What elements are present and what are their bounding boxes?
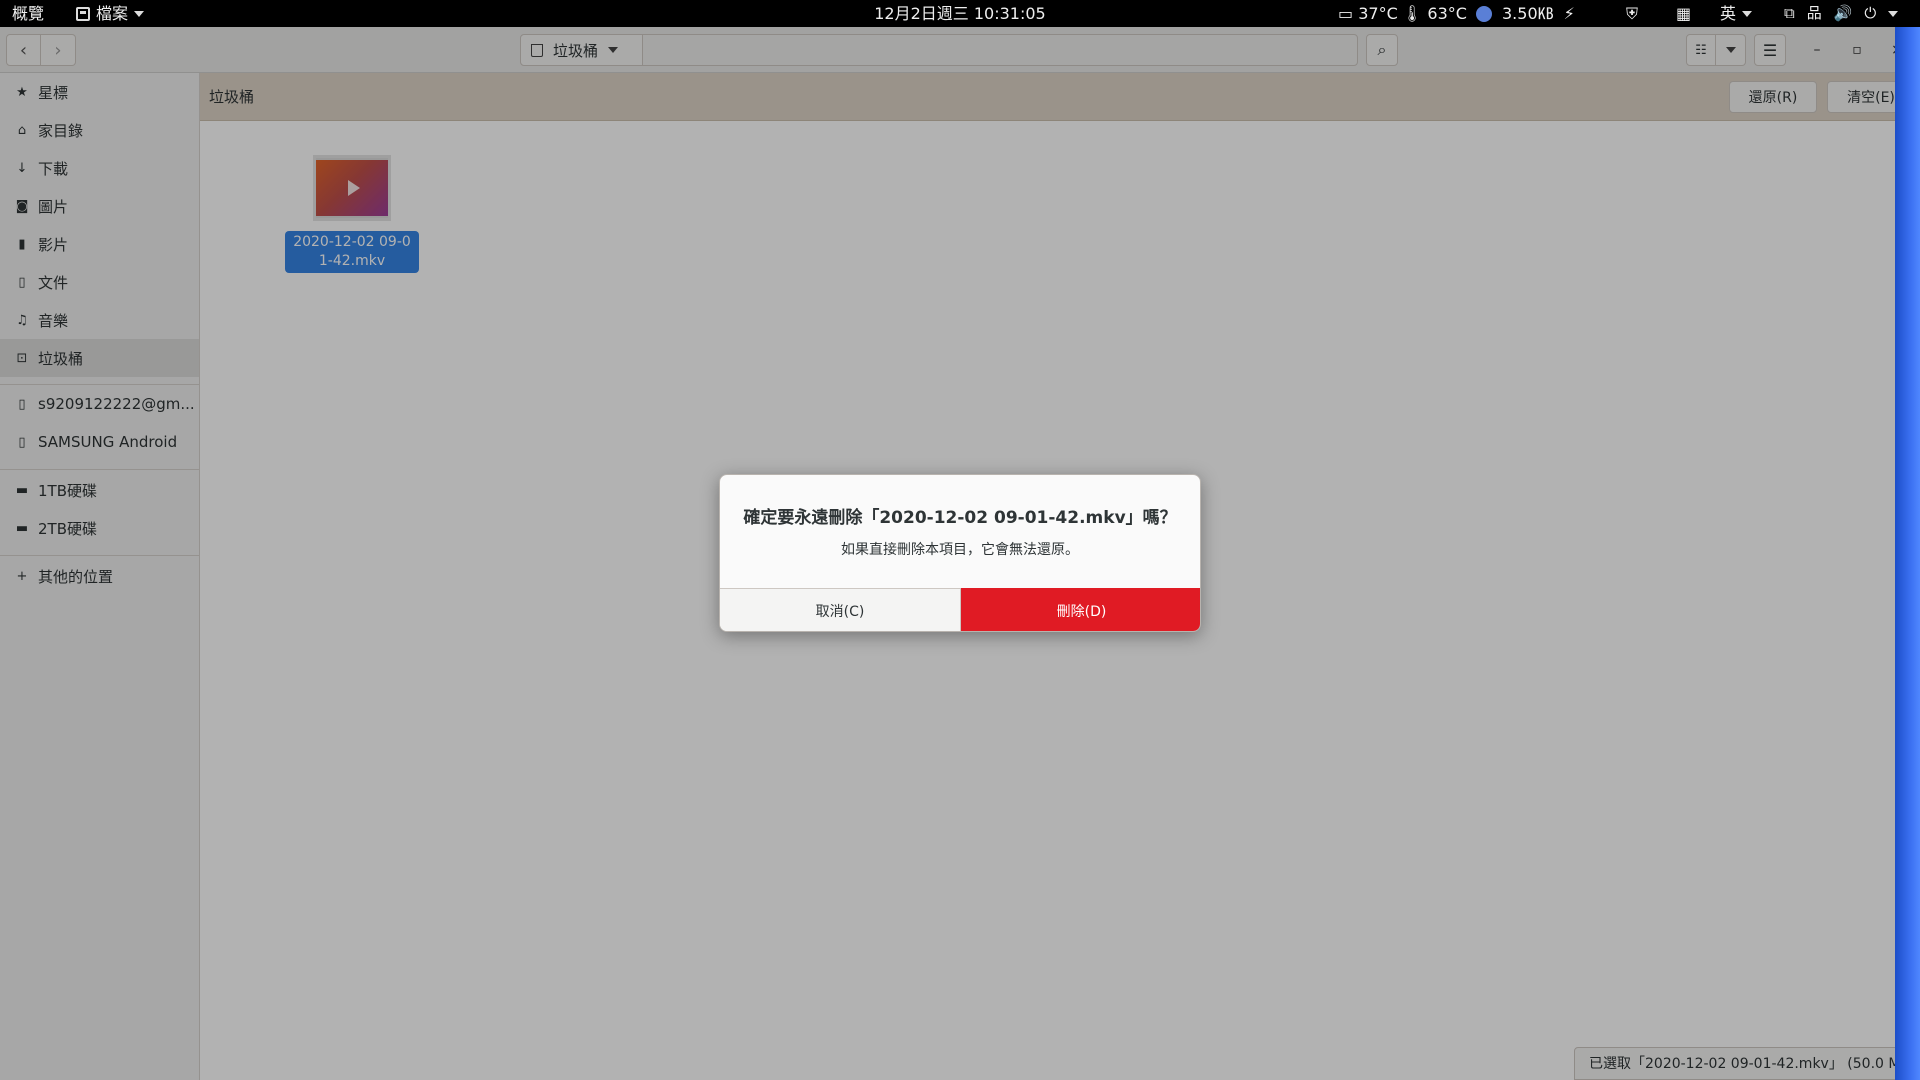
- power-icon: ⚡: [1563, 4, 1575, 23]
- cpu-temp: 37°C: [1358, 4, 1398, 23]
- input-method-indicator[interactable]: 英: [1720, 0, 1753, 27]
- app-menu[interactable]: 檔案: [76, 0, 145, 27]
- gpu-temp-indicator[interactable]: 🌡 63°C: [1402, 0, 1467, 27]
- files-app-icon: [76, 6, 90, 21]
- dialog-message: 如果直接刪除本項目，它會無法還原。: [841, 542, 1079, 558]
- dialog-title: 確定要永遠刪除「2020-12-02 09-01-42.mkv」嗎？: [743, 508, 1177, 528]
- shield-icon[interactable]: ⛨: [1626, 0, 1638, 27]
- volume-icon: 🔊: [1833, 4, 1853, 22]
- chip-icon: ▭: [1338, 4, 1354, 23]
- chevron-down-icon: [1742, 10, 1753, 17]
- activities-button[interactable]: 概覽: [12, 0, 44, 27]
- network-speed-indicator[interactable]: 3.50㎅ ⚡: [1476, 0, 1575, 27]
- net-speed: 3.50㎅: [1502, 4, 1554, 23]
- delete-confirm-dialog: 確定要永遠刪除「2020-12-02 09-01-42.mkv」嗎？ 如果直接刪…: [719, 474, 1201, 632]
- screen-icon: ⧉: [1784, 4, 1795, 22]
- globe-icon: [1476, 5, 1492, 22]
- network-icon: 品: [1806, 4, 1822, 22]
- gpu-temp: 63°C: [1427, 4, 1467, 23]
- layout-icon[interactable]: ▦: [1676, 0, 1691, 27]
- delete-button[interactable]: 刪除(D): [961, 588, 1200, 631]
- app-menu-label: 檔案: [96, 4, 129, 23]
- clock[interactable]: 12月2日週三 10:31:05: [874, 4, 1046, 23]
- system-menu[interactable]: ⧉ 品 🔊 ⏻: [1784, 0, 1899, 27]
- cancel-button[interactable]: 取消(C): [720, 588, 961, 631]
- activities-label: 概覽: [12, 4, 45, 23]
- desktop-background: [1895, 27, 1920, 1080]
- cpu-temp-indicator[interactable]: ▭ 37°C: [1338, 0, 1398, 27]
- thermometer-icon: 🌡: [1402, 4, 1423, 23]
- chevron-down-icon: [1888, 10, 1899, 17]
- input-method-label: 英: [1720, 4, 1737, 23]
- top-bar: 概覽 檔案 12月2日週三 10:31:05 ▭ 37°C 🌡 63°C 3.5…: [0, 0, 1920, 27]
- power-icon: ⏻: [1864, 4, 1877, 22]
- chevron-down-icon: [134, 10, 145, 17]
